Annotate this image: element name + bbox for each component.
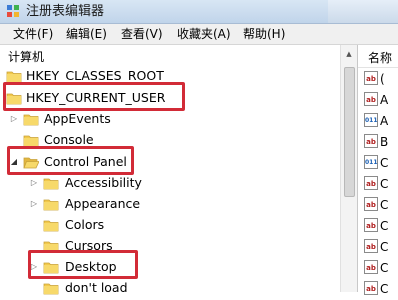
value-name: C [380,282,389,296]
value-row[interactable]: ab C [364,237,398,258]
tree-node-label: Desktop [65,259,117,274]
value-row[interactable]: 011 C [364,153,398,174]
tree-node-label: AppEvents [44,111,111,126]
tree-node-label: Cursors [65,238,113,253]
tree-node-label: Accessibility [65,175,142,190]
expand-arrow-icon[interactable]: ▷ [30,177,38,189]
string-value-icon: ab [364,92,378,106]
tree-node-label: Appearance [65,196,141,211]
value-row[interactable]: ab B [364,132,398,153]
tree-node-hkey-current-user[interactable]: HKEY_CURRENT_USER [0,88,340,108]
tree-node-label: HKEY_CURRENT_USER [26,90,166,105]
value-name: C [380,177,389,191]
string-value-icon: ab [364,281,378,295]
folder-icon [43,281,59,295]
tree-node-label: Colors [65,217,105,232]
menu-edit[interactable]: 编辑(E) [66,24,107,44]
folder-icon [43,218,59,232]
value-name: C [380,261,389,275]
value-row[interactable]: ab A [364,90,398,111]
tree-node-cursors[interactable]: Cursors [0,236,340,256]
tree-node-hkey-classes-root[interactable]: HKEY_CLASSES_ROOT [0,66,340,86]
folder-icon [6,69,22,83]
registry-tree[interactable]: 计算机 HKEY_CLASSES_ROOT HKEY_CURRENT_USER … [0,45,340,295]
folder-icon [43,197,59,211]
window-title: 注册表编辑器 [26,4,105,19]
value-name: C [380,156,389,170]
string-value-icon: ab [364,197,378,211]
value-row[interactable]: 011 A [364,111,398,132]
tree-node-accessibility[interactable]: ▷ Accessibility [0,173,340,193]
tree-node-control-panel[interactable]: ◢ Control Panel [0,152,340,172]
collapse-arrow-icon[interactable]: ◢ [10,156,18,168]
value-row[interactable]: ab C [364,258,398,279]
tree-node-colors[interactable]: Colors [0,215,340,235]
scroll-up-arrow-icon[interactable]: ▲ [343,48,355,60]
tree-node-label: Control Panel [44,154,127,169]
folder-icon [43,239,59,253]
string-value-icon: ab [364,218,378,232]
folder-open-icon [23,155,39,169]
menu-help[interactable]: 帮助(H) [243,24,285,44]
folder-icon [23,112,39,126]
string-value-icon: ab [364,239,378,253]
tree-node-label: HKEY_CLASSES_ROOT [26,68,164,83]
menu-view[interactable]: 查看(V) [121,24,163,44]
value-name: B [380,135,389,149]
value-row[interactable]: ab C [364,279,398,300]
tree-node-console[interactable]: Console [0,130,340,150]
tree-root-computer[interactable]: 计算机 [8,49,44,65]
tree-node-dont-load[interactable]: don't load [0,278,340,298]
folder-icon [6,91,22,105]
menu-bar: 文件(F) 编辑(E) 查看(V) 收藏夹(A) 帮助(H) [0,24,398,45]
folder-icon [43,260,59,274]
string-value-icon: ab [364,71,378,85]
registry-editor-icon [6,4,20,18]
expand-arrow-icon[interactable]: ▷ [10,113,18,125]
tree-node-label: don't load [65,280,128,295]
title-bar-controls-area [328,0,398,23]
menu-file[interactable]: 文件(F) [13,24,53,44]
column-header-label: 名称 [368,51,393,65]
tree-scrollbar[interactable]: ▲ [340,45,358,292]
string-value-icon: ab [364,176,378,190]
tree-node-appevents[interactable]: ▷ AppEvents [0,109,340,129]
string-value-icon: ab [364,134,378,148]
value-name: ( [380,72,385,86]
value-name: C [380,240,389,254]
binary-value-icon: 011 [364,155,378,169]
binary-value-icon: 011 [364,113,378,127]
string-value-icon: ab [364,260,378,274]
menu-favorites[interactable]: 收藏夹(A) [177,24,231,44]
values-pane[interactable]: 名称 ab ( ab A 011 A ab B 011 C ab C ab C … [357,45,398,296]
folder-icon [43,176,59,190]
expand-arrow-icon[interactable]: ▷ [30,261,38,273]
value-name: C [380,198,389,212]
value-name: A [380,114,389,128]
tree-node-appearance[interactable]: ▷ Appearance [0,194,340,214]
value-row[interactable]: ab C [364,174,398,195]
expand-arrow-icon[interactable]: ▷ [30,198,38,210]
value-row[interactable]: ab ( [364,69,398,90]
tree-node-desktop[interactable]: ▷ Desktop [0,257,340,277]
folder-icon [23,133,39,147]
column-header-name[interactable]: 名称 [358,45,398,68]
value-row[interactable]: ab C [364,216,398,237]
value-name: A [380,93,389,107]
value-row[interactable]: ab C [364,195,398,216]
tree-node-label: Console [44,132,94,147]
title-bar: 注册表编辑器 [0,0,398,24]
value-name: C [380,219,389,233]
scrollbar-thumb[interactable] [344,67,355,197]
